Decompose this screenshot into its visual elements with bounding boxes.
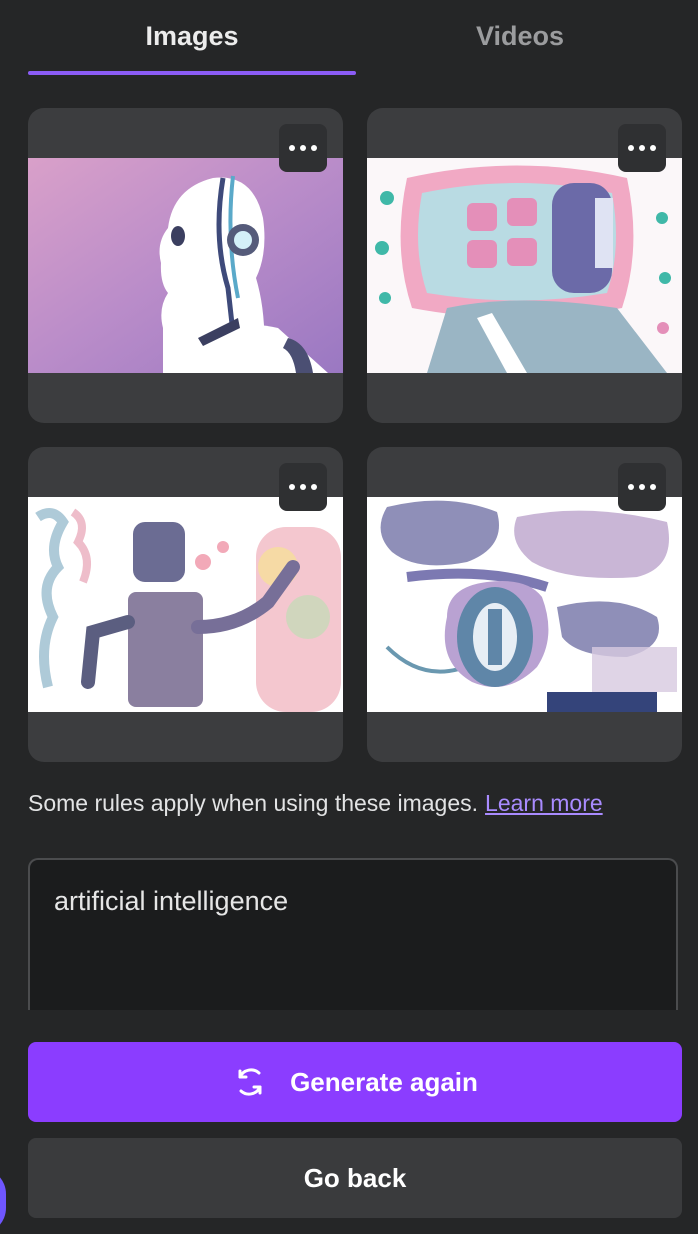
result-card-4[interactable] [367,447,682,762]
generate-again-label: Generate again [290,1066,478,1097]
generated-image-4[interactable] [367,497,682,712]
generated-image-2[interactable] [367,158,682,373]
more-options-icon[interactable] [279,463,327,511]
generated-image-1[interactable] [28,158,343,373]
more-options-icon[interactable] [279,124,327,172]
usage-notice-text: Some rules apply when using these images… [28,790,479,816]
sync-icon [238,1068,262,1096]
go-back-button[interactable]: Go back [28,1138,682,1218]
generated-image-3[interactable] [28,497,343,712]
result-card-3[interactable] [28,447,343,762]
go-back-label: Go back [303,1162,407,1193]
prompt-input[interactable] [30,860,676,1010]
prompt-field-container [28,858,678,1010]
more-options-icon[interactable] [618,463,666,511]
floating-help-bubble[interactable] [0,1168,6,1234]
generate-again-button[interactable]: Generate again [28,1042,682,1122]
result-card-2[interactable] [367,108,682,423]
learn-more-link[interactable]: Learn more [485,790,603,816]
tab-images[interactable]: Images [28,0,356,72]
media-type-tabs: Images Videos [0,0,698,78]
more-options-icon[interactable] [618,124,666,172]
tab-videos[interactable]: Videos [356,0,684,72]
active-tab-indicator [28,71,356,75]
result-card-1[interactable] [28,108,343,423]
usage-notice: Some rules apply when using these images… [28,790,678,817]
